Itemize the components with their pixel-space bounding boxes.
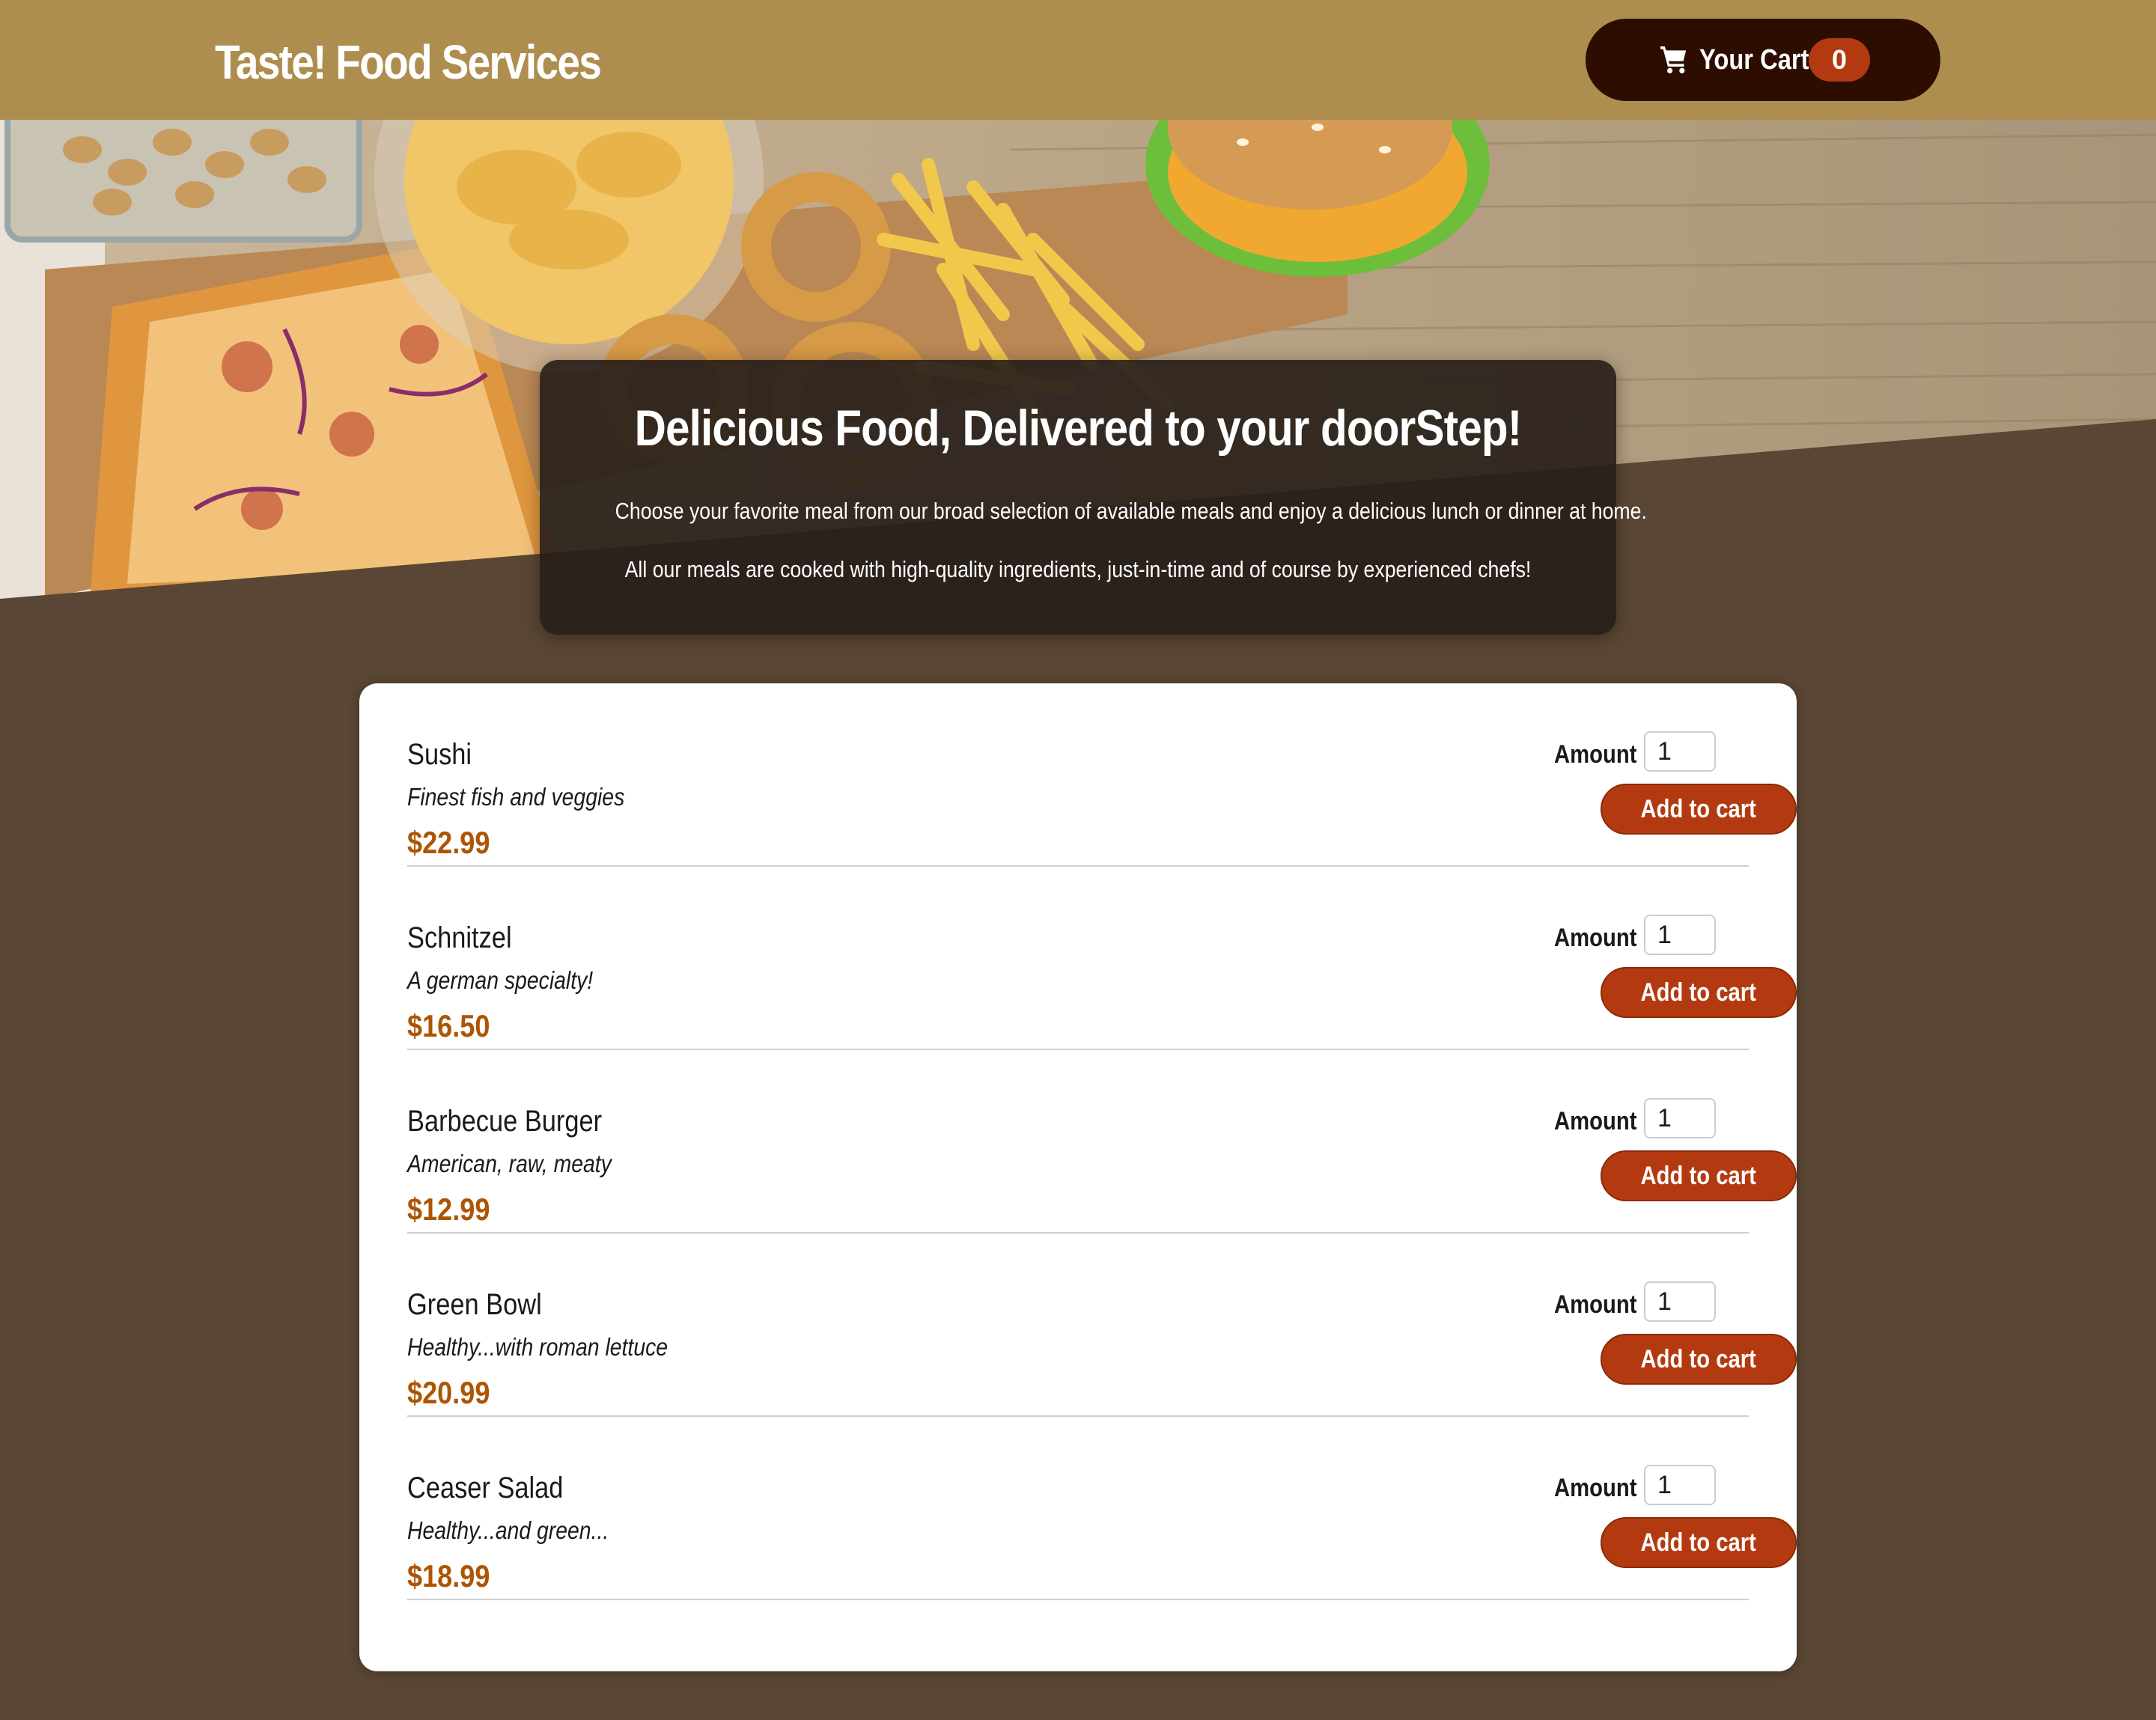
meal-item: Schnitzel A german specialty! $16.50 Amo… <box>407 867 1797 1050</box>
cart-button[interactable]: Your Cart 0 <box>1586 19 1940 101</box>
add-to-cart-button[interactable]: Add to cart <box>1601 967 1797 1018</box>
meal-name: Barbecue Burger <box>407 1105 603 1138</box>
meal-description: Healthy...and green... <box>407 1516 609 1544</box>
add-to-cart-label: Add to cart <box>1640 1161 1757 1190</box>
cart-label: Your Cart <box>1699 44 1809 76</box>
amount-label: Amount <box>1554 1107 1637 1135</box>
meal-item: Sushi Finest fish and veggies $22.99 Amo… <box>407 683 1797 867</box>
meal-item: Ceaser Salad Healthy...and green... $18.… <box>407 1417 1797 1600</box>
amount-label: Amount <box>1554 740 1637 769</box>
meal-description: American, raw, meaty <box>407 1150 612 1177</box>
shopping-cart-icon <box>1660 46 1687 73</box>
amount-label: Amount <box>1554 924 1637 952</box>
meal-price: $20.99 <box>407 1375 490 1410</box>
summary-title: Delicious Food, Delivered to your doorSt… <box>634 400 1523 457</box>
add-to-cart-label: Add to cart <box>1640 1344 1757 1373</box>
cart-count-badge: 0 <box>1809 38 1870 82</box>
meal-price: $16.50 <box>407 1008 490 1043</box>
summary-box: Delicious Food, Delivered to your doorSt… <box>540 360 1647 635</box>
add-to-cart-button[interactable]: Add to cart <box>1601 784 1797 835</box>
add-to-cart-label: Add to cart <box>1640 978 1757 1007</box>
brand-title: Taste! Food Services <box>215 35 602 89</box>
amount-label: Amount <box>1554 1474 1637 1502</box>
meal-price: $12.99 <box>407 1192 490 1227</box>
meal-name: Schnitzel <box>407 921 512 954</box>
add-to-cart-button[interactable]: Add to cart <box>1601 1517 1797 1568</box>
meal-name: Ceaser Salad <box>407 1472 564 1504</box>
add-to-cart-button[interactable]: Add to cart <box>1601 1150 1797 1201</box>
meal-item: Barbecue Burger American, raw, meaty $12… <box>407 1050 1797 1233</box>
add-to-cart-button[interactable]: Add to cart <box>1601 1334 1797 1385</box>
amount-input[interactable] <box>1644 1465 1716 1505</box>
meal-description: A german specialty! <box>407 966 594 994</box>
meal-price: $22.99 <box>407 825 490 860</box>
amount-input[interactable] <box>1644 1281 1716 1322</box>
meal-price: $18.99 <box>407 1558 490 1594</box>
summary-paragraph-2: All our meals are cooked with high-quali… <box>624 556 1532 582</box>
meal-name: Green Bowl <box>407 1288 542 1321</box>
add-to-cart-label: Add to cart <box>1640 794 1757 823</box>
main-header: Taste! Food Services Your Cart 0 <box>0 0 2156 120</box>
meal-description: Finest fish and veggies <box>407 783 625 811</box>
amount-label: Amount <box>1554 1290 1637 1319</box>
meal-item: Green Bowl Healthy...with roman lettuce … <box>407 1233 1797 1417</box>
meal-description: Healthy...with roman lettuce <box>407 1333 669 1361</box>
amount-input[interactable] <box>1644 915 1716 955</box>
add-to-cart-label: Add to cart <box>1640 1528 1757 1557</box>
summary-paragraph-1: Choose your favorite meal from our broad… <box>615 498 1647 524</box>
meal-name: Sushi <box>407 738 472 771</box>
amount-input[interactable] <box>1644 731 1716 772</box>
amount-input[interactable] <box>1644 1098 1716 1138</box>
meals-list-card: Sushi Finest fish and veggies $22.99 Amo… <box>359 683 1797 1671</box>
